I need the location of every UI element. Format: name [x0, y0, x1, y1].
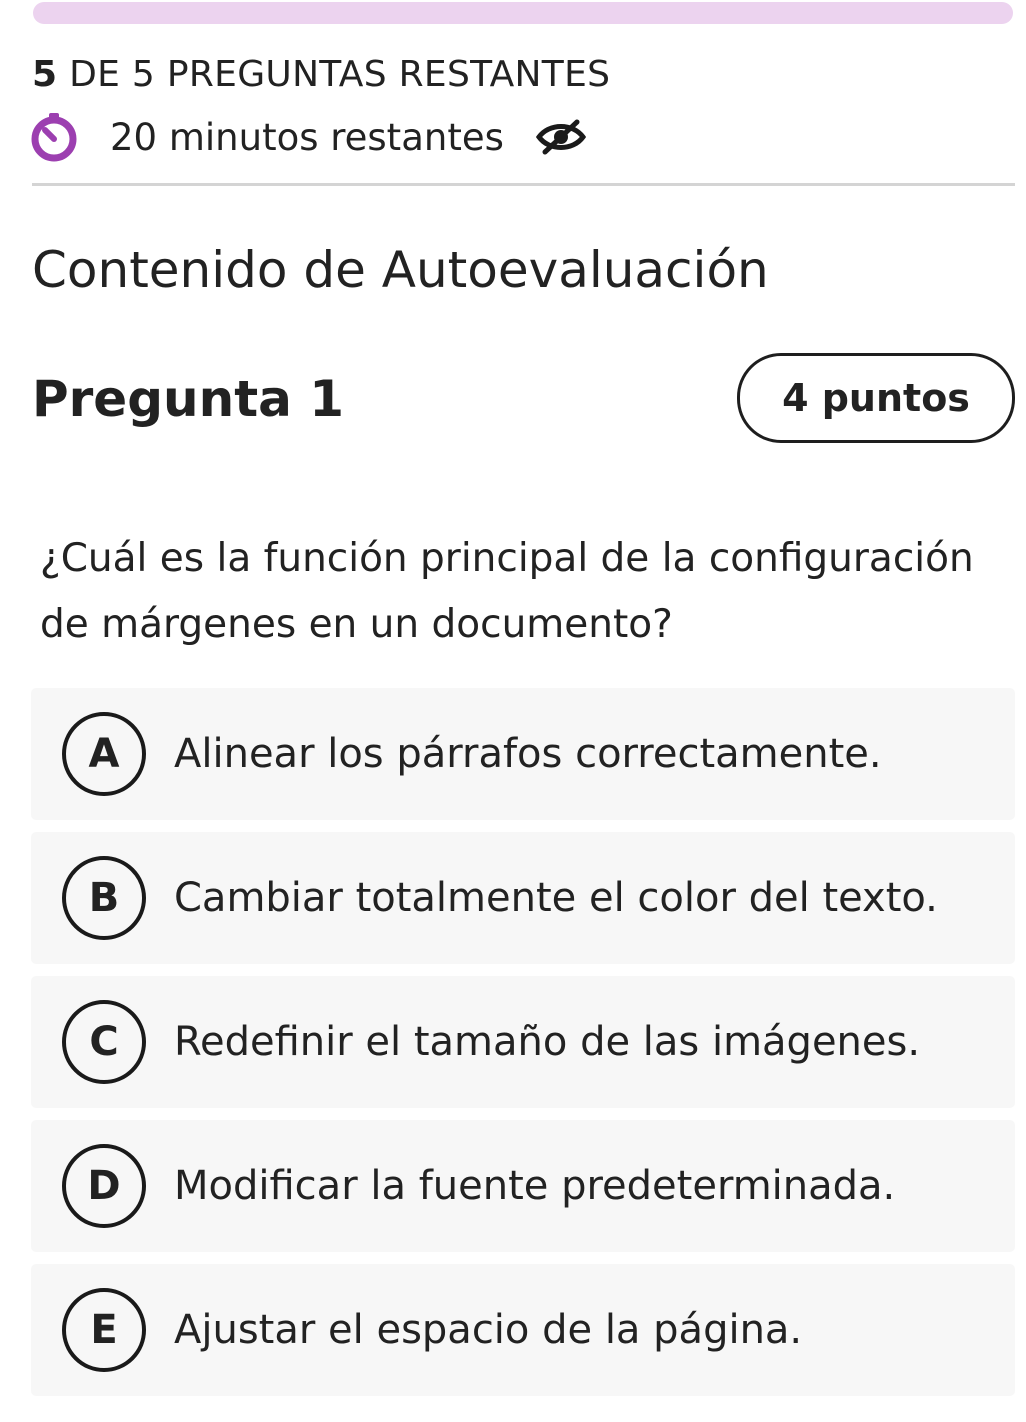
questions-remaining-text: DE 5 PREGUNTAS RESTANTES	[57, 54, 611, 95]
option-text: Ajustar el espacio de la página.	[174, 1307, 803, 1353]
option-a[interactable]: A Alinear los párrafos correctamente.	[31, 688, 1015, 820]
timer-icon	[31, 113, 77, 162]
option-letter: D	[62, 1144, 146, 1228]
section-title: Contenido de Autoevaluación	[32, 241, 769, 299]
eye-slash-icon	[535, 119, 586, 155]
option-c[interactable]: C Redefinir el tamaño de las imágenes.	[31, 976, 1015, 1108]
option-text: Cambiar totalmente el color del texto.	[174, 875, 938, 921]
option-d[interactable]: D Modificar la fuente predeterminada.	[31, 1120, 1015, 1252]
option-letter: A	[62, 712, 146, 796]
option-letter: E	[62, 1288, 146, 1372]
option-text: Modificar la fuente predeterminada.	[174, 1163, 896, 1209]
option-text: Redefinir el tamaño de las imágenes.	[174, 1019, 921, 1065]
option-letter: B	[62, 856, 146, 940]
questions-remaining: 5 DE 5 PREGUNTAS RESTANTES	[32, 52, 610, 98]
time-remaining: 20 minutos restantes	[110, 115, 504, 159]
current-question-number: 5	[32, 54, 58, 95]
timer-row: 20 minutos restantes	[28, 108, 588, 166]
question-title: Pregunta 1	[32, 370, 345, 428]
option-text: Alinear los párrafos correctamente.	[174, 731, 882, 777]
points-badge: 4 puntos	[737, 353, 1015, 443]
divider	[32, 183, 1015, 186]
option-letter: C	[62, 1000, 146, 1084]
option-b[interactable]: B Cambiar totalmente el color del texto.	[31, 832, 1015, 964]
question-text: ¿Cuál es la función principal de la conf…	[40, 536, 974, 647]
progress-bar	[33, 2, 1013, 24]
hide-timer-toggle[interactable]	[534, 117, 588, 157]
option-e[interactable]: E Ajustar el espacio de la página.	[31, 1264, 1015, 1396]
